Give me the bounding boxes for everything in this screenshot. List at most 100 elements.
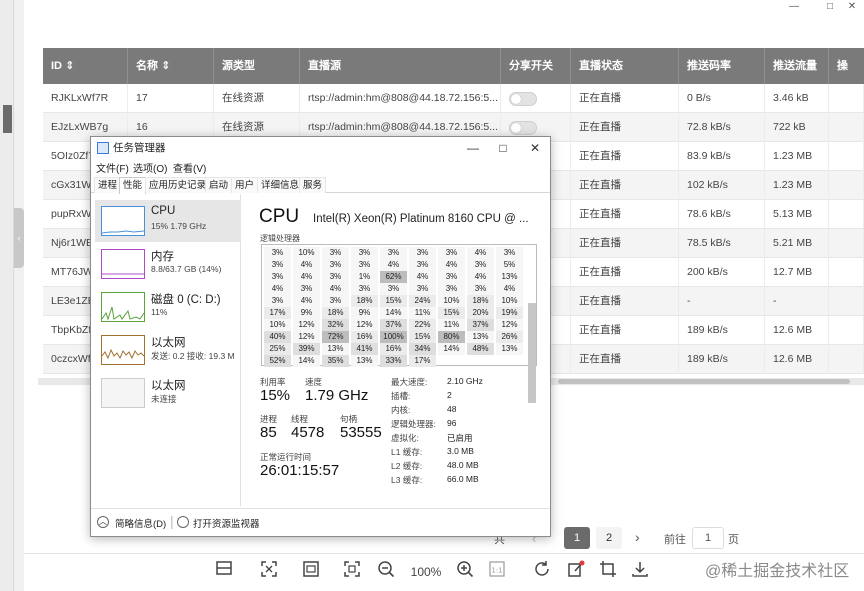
lp-cell: 13% <box>322 343 349 355</box>
maximize-button[interactable]: □ <box>820 0 840 14</box>
lp-cell: 10% <box>438 295 465 307</box>
disk-mini-graph <box>101 292 145 322</box>
sidebar-item-ethernet[interactable]: 以太网 发送: 0.2 接收: 19.3 M <box>95 329 241 371</box>
ocr-icon[interactable] <box>299 560 323 584</box>
spec-value: 已启用 <box>447 433 473 443</box>
cell-bitrate: - <box>679 287 765 316</box>
fullscreen-icon[interactable] <box>340 560 364 584</box>
util-value: 15% <box>260 387 291 404</box>
share-toggle[interactable] <box>509 121 537 135</box>
grid-scrollbar[interactable] <box>528 303 536 403</box>
fit-screen-icon[interactable] <box>257 560 281 584</box>
sidebar-item-memory[interactable]: 内存 8.8/63.7 GB (14%) <box>95 243 241 285</box>
col-status: 直播状态 <box>571 48 679 84</box>
actual-size-icon[interactable]: 1:1 <box>485 560 509 584</box>
edit-icon[interactable] <box>564 560 588 584</box>
lp-cell: 72% <box>322 331 349 343</box>
lp-cell: 22% <box>409 319 436 331</box>
tab-app-history[interactable]: 应用历史记录 <box>145 177 211 193</box>
lp-cell: 100% <box>380 331 407 343</box>
sidebar-item-cpu[interactable]: CPU 15% 1.79 GHz <box>95 200 241 242</box>
chevron-up-icon[interactable]: ︿ <box>97 516 109 528</box>
lp-cell: 3% <box>264 247 291 259</box>
lp-cell: 3% <box>322 259 349 271</box>
ethernet-mini-graph <box>101 335 145 365</box>
share-toggle[interactable] <box>509 92 537 106</box>
lp-cell: 14% <box>293 355 320 367</box>
cpu-heading: CPU <box>259 206 300 227</box>
spec-label: L1 缓存: <box>391 447 423 457</box>
lp-cell: 37% <box>380 319 407 331</box>
sort-icon[interactable]: ⇕ <box>161 60 170 72</box>
sidebar-item-label: CPU <box>151 205 176 217</box>
cell-bitrate: 0 B/s <box>679 84 765 113</box>
spec-value: 2 <box>447 390 452 400</box>
tm-titlebar[interactable]: 任务管理器 — □ ✕ <box>91 137 550 159</box>
lp-cell: 48% <box>467 343 494 355</box>
cell-status: 正在直播 <box>571 229 679 258</box>
menu-file[interactable]: 文件(F) <box>96 160 129 175</box>
task-manager-window[interactable]: 任务管理器 — □ ✕ 文件(F) 选项(O) 查看(V) 进程 性能 应用历史… <box>90 136 551 537</box>
lp-cell: 62% <box>380 271 407 283</box>
cell-status: 正在直播 <box>571 345 679 374</box>
collapse-handle[interactable]: ‹ <box>14 208 24 268</box>
col-source-type: 源类型 <box>214 48 300 84</box>
svg-text:1:1: 1:1 <box>491 567 502 575</box>
cell-traffic: 5.13 MB <box>765 200 829 229</box>
lp-cell: 16% <box>380 343 407 355</box>
lp-cell: 20% <box>467 307 494 319</box>
menu-options[interactable]: 选项(O) <box>133 160 167 175</box>
crop-icon[interactable] <box>596 560 620 584</box>
sidebar-toggle-icon[interactable] <box>212 560 236 584</box>
lp-cell: 80% <box>438 331 465 343</box>
tab-performance[interactable]: 性能 <box>119 177 147 194</box>
cell-share <box>501 84 571 113</box>
lp-cell: 9% <box>351 307 378 319</box>
lp-cell: 14% <box>438 343 465 355</box>
col-id[interactable]: ID ⇕ <box>43 48 128 84</box>
spec-label: 逻辑处理器: <box>391 419 436 429</box>
goto-input[interactable]: 1 <box>692 527 724 549</box>
page-1[interactable]: 1 <box>564 527 590 549</box>
speed-value: 1.79 GHz <box>305 387 369 404</box>
col-source: 直播源 <box>300 48 501 84</box>
cell-status: 正在直播 <box>571 113 679 142</box>
tm-maximize-button[interactable]: □ <box>488 138 518 158</box>
brief-info-link[interactable]: 简略信息(D) <box>115 516 166 530</box>
tm-minimize-button[interactable]: — <box>458 138 488 158</box>
menu-view[interactable]: 查看(V) <box>173 160 206 175</box>
scroll-thumb[interactable] <box>558 379 850 384</box>
lp-cell: 3% <box>438 283 465 295</box>
col-name[interactable]: 名称 ⇕ <box>128 48 214 84</box>
page-2[interactable]: 2 <box>596 527 622 549</box>
rotate-icon[interactable] <box>530 560 554 584</box>
sidebar-item-ethernet-2[interactable]: 以太网 未连接 <box>95 372 241 414</box>
lp-cell: 4% <box>293 259 320 271</box>
left-marker <box>3 105 12 133</box>
sort-icon[interactable]: ⇕ <box>65 60 74 72</box>
lp-cell: 5% <box>496 259 523 271</box>
tab-details[interactable]: 详细信息 <box>257 177 304 193</box>
sidebar-item-disk[interactable]: 磁盘 0 (C: D:) 11% <box>95 286 241 328</box>
close-button[interactable]: ✕ <box>842 0 862 14</box>
tab-users[interactable]: 用户 <box>231 177 259 193</box>
next-icon[interactable]: › <box>635 529 640 545</box>
download-icon[interactable] <box>628 560 652 584</box>
lp-cell: 32% <box>322 319 349 331</box>
zoom-out-icon[interactable] <box>374 560 398 584</box>
cell-id: RJKLxWf7R <box>43 84 128 113</box>
tab-processes[interactable]: 进程 <box>94 177 122 193</box>
lp-cell: 26% <box>496 331 523 343</box>
zoom-in-icon[interactable] <box>453 560 477 584</box>
left-strip <box>0 0 14 591</box>
tm-close-button[interactable]: ✕ <box>520 138 550 158</box>
cell-status: 正在直播 <box>571 171 679 200</box>
lp-cell: 52% <box>264 355 291 367</box>
tab-startup[interactable]: 启动 <box>205 177 233 193</box>
lp-cell: 15% <box>438 307 465 319</box>
tab-services[interactable]: 服务 <box>299 177 327 193</box>
open-resource-monitor-link[interactable]: 打开资源监视器 <box>193 516 260 530</box>
lp-cell: 3% <box>264 271 291 283</box>
spec-value: 2.10 GHz <box>447 376 483 386</box>
minimize-button[interactable]: — <box>784 0 804 14</box>
